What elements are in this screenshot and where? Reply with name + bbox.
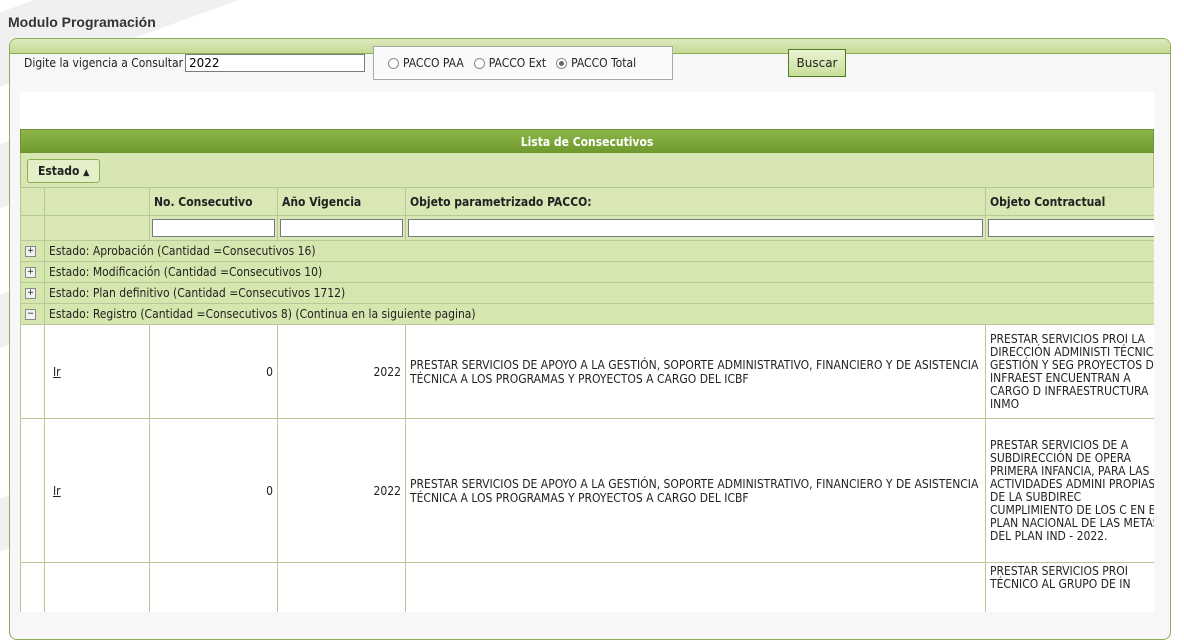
row-objeto-pacco: PRESTAR SERVICIOS DE APOYO A LA GESTIÓN,… [405,324,986,419]
expand-plus-icon[interactable]: + [25,267,36,278]
radio-pacco-ext[interactable]: PACCO Ext [473,56,547,70]
expand-plus-icon[interactable]: + [25,288,36,299]
pacco-radio-group: PACCO PAA PACCO Ext PACCO Total [373,46,674,80]
header-vigencia[interactable]: Año Vigencia [277,187,406,216]
filter-objeto-contractual-cell [985,215,1154,241]
row-indent [20,418,45,563]
search-row: Digite la vigencia a Consultar PACCO PAA… [24,46,847,80]
grid-caption: Lista de Consecutivos [20,129,1154,153]
consecutivos-grid: Lista de Consecutivos Estado ▲ No. Conse… [20,92,1154,612]
row-consecutivo [149,562,278,612]
group-row-registro[interactable]: − Estado: Registro (Cantidad =Consecutiv… [20,303,1154,325]
radio-button[interactable] [388,57,400,69]
group-row-plan-definitivo[interactable]: + Estado: Plan definitivo (Cantidad =Con… [20,282,1154,304]
row-objeto-contractual: PRESTAR SERVICIOS PROI TÉCNICO AL GRUPO … [985,562,1154,612]
row-consecutivo: 0 [149,418,278,563]
row-vigencia: 2022 [277,418,406,563]
filter-link [44,215,150,241]
row-link-cell [44,562,150,612]
group-estado-button[interactable]: Estado ▲ [27,159,101,183]
group-label: Estado: Plan definitivo (Cantidad =Conse… [44,282,1154,304]
row-link-cell: Ir [44,418,150,563]
filter-objeto-contractual-input[interactable] [988,219,1154,237]
radio-button[interactable] [473,57,485,69]
filter-consecutivo-input[interactable] [152,219,275,237]
collapse-minus-icon[interactable]: − [25,309,36,320]
expand-cell[interactable]: + [20,282,45,304]
header-consecutivo[interactable]: No. Consecutivo [149,187,278,216]
group-row-modificacion[interactable]: + Estado: Modificación (Cantidad =Consec… [20,261,1154,283]
radio-pacco-total[interactable]: PACCO Total [556,56,636,70]
header-objeto-contractual[interactable]: Objeto Contractual [985,187,1154,216]
sort-up-icon: ▲ [83,168,90,178]
expand-cell[interactable]: + [20,261,45,283]
vigencia-label: Digite la vigencia a Consultar [24,56,184,70]
module-title: Modulo Programación [8,14,156,30]
vigencia-input[interactable] [185,54,366,72]
grid-table: No. Consecutivo Año Vigencia Objeto para… [20,187,1154,612]
expand-cell[interactable]: + [20,240,45,262]
groupby-bar: Estado ▲ [20,153,1154,187]
radio-label: PACCO PAA [403,56,464,70]
filter-row [20,215,1154,241]
header-row: No. Consecutivo Año Vigencia Objeto para… [20,187,1154,216]
filter-vigencia-input[interactable] [280,219,403,237]
row-consecutivo: 0 [149,324,278,419]
filter-objeto-pacco-input[interactable] [408,219,983,237]
group-label: Estado: Modificación (Cantidad =Consecut… [44,261,1154,283]
row-vigencia: 2022 [277,324,406,419]
filter-indent [20,215,45,241]
group-estado-label: Estado [38,164,80,178]
radio-label: PACCO Ext [488,56,547,70]
group-row-aprobacion[interactable]: + Estado: Aprobación (Cantidad =Consecut… [20,240,1154,262]
table-row: Ir 0 2022 PRESTAR SERVICIOS DE APOYO A L… [20,418,1154,563]
row-objeto-pacco [405,562,986,612]
group-label: Estado: Aprobación (Cantidad =Consecutiv… [44,240,1154,262]
filter-vigencia-cell [277,215,406,241]
header-link [44,187,150,216]
row-objeto-pacco: PRESTAR SERVICIOS DE APOYO A LA GESTIÓN,… [405,418,986,563]
header-indent [20,187,45,216]
row-link-cell: Ir [44,324,150,419]
radio-button[interactable] [556,57,568,69]
table-row: PRESTAR SERVICIOS PROI TÉCNICO AL GRUPO … [20,562,1154,612]
filter-objeto-pacco-cell [405,215,986,241]
filter-consecutivo-cell [149,215,278,241]
row-indent [20,324,45,419]
row-vigencia [277,562,406,612]
radio-pacco-paa[interactable]: PACCO PAA [388,56,464,70]
buscar-button[interactable]: Buscar [788,49,847,77]
ir-link[interactable]: Ir [53,365,61,379]
row-indent [20,562,45,612]
expand-plus-icon[interactable]: + [25,246,36,257]
ir-link[interactable]: Ir [53,484,61,498]
row-objeto-contractual: PRESTAR SERVICIOS PROI LA DIRECCIÓN ADMI… [985,324,1154,419]
table-row: Ir 0 2022 PRESTAR SERVICIOS DE APOYO A L… [20,324,1154,419]
group-label: Estado: Registro (Cantidad =Consecutivos… [44,303,1154,325]
row-objeto-contractual: PRESTAR SERVICIOS DE A SUBDIRECCIÓN DE O… [985,418,1154,563]
radio-label: PACCO Total [571,56,637,70]
collapse-cell[interactable]: − [20,303,45,325]
header-objeto-pacco[interactable]: Objeto parametrizado PACCO: [405,187,986,216]
